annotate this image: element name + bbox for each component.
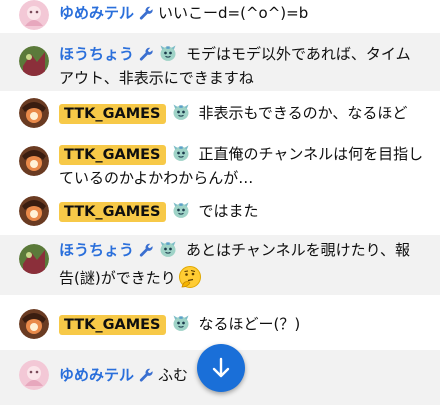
mascot-icon [158,239,178,259]
avatar[interactable] [19,0,49,30]
chat-message: ほうちょう モデはモデ以外であれば、タイム アウト、非表示にできますね [0,33,440,91]
avatar[interactable] [19,309,49,339]
message-text-continued: アウト、非表示にできますね [59,69,254,87]
chat-message: TTK_GAMES 正直俺のチャンネルは何を目指し ているのかよかわからんが… [0,138,440,194]
author-name-badge[interactable]: TTK_GAMES [59,202,166,222]
message-text: いいこーd=(^o^)=b [158,4,309,22]
avatar[interactable] [19,196,49,226]
message-text: 非表示もできるのか、なるほど [198,104,408,122]
chat-message: TTK_GAMES ではまた [0,194,440,232]
message-text: ふむ [158,366,189,384]
chat-message: ほうちょう あとはチャンネルを覗けたり、報 告(謎)ができたり [0,235,440,295]
author-name[interactable]: ほうちょう [59,241,134,259]
wrench-icon [138,46,154,62]
scroll-to-bottom-button[interactable] [197,344,245,392]
author-name-badge[interactable]: TTK_GAMES [59,315,166,335]
mascot-icon [171,143,191,163]
wrench-icon [138,242,154,258]
message-text-continued: ているのかよかわからんが… [59,169,254,187]
wrench-icon [138,367,154,383]
author-name[interactable]: ゆめみテル [59,366,134,384]
author-name[interactable]: ゆめみテル [59,4,134,22]
message-text: あとはチャンネルを覗けたり、報 [186,241,410,259]
chat-message: ゆめみテル いいこーd=(^o^)=b [0,0,440,30]
message-text: 正直俺のチャンネルは何を目指し [198,145,424,163]
mascot-icon [171,200,191,220]
author-name-badge[interactable]: TTK_GAMES [59,104,166,124]
chat-message: TTK_GAMES 非表示もできるのか、なるほど [0,94,440,132]
chat-message: TTK_GAMES なるほどー(？) [0,305,440,345]
avatar[interactable] [19,146,49,176]
message-text: ではまた [198,202,259,220]
avatar[interactable] [19,98,49,128]
message-text-continued: 告(謎)ができたり [59,269,176,287]
message-text: なるほどー(？) [198,315,301,333]
arrow-down-icon [212,357,230,378]
mascot-icon [171,102,191,122]
author-name[interactable]: ほうちょう [59,45,134,63]
avatar[interactable] [19,244,49,274]
avatar[interactable] [19,360,49,390]
avatar[interactable] [19,46,49,76]
thinking-face-icon [178,266,201,288]
mascot-icon [171,313,191,333]
author-name-badge[interactable]: TTK_GAMES [59,145,166,165]
wrench-icon [138,5,154,21]
message-text: モデはモデ以外であれば、タイム [186,45,411,63]
mascot-icon [158,43,178,63]
